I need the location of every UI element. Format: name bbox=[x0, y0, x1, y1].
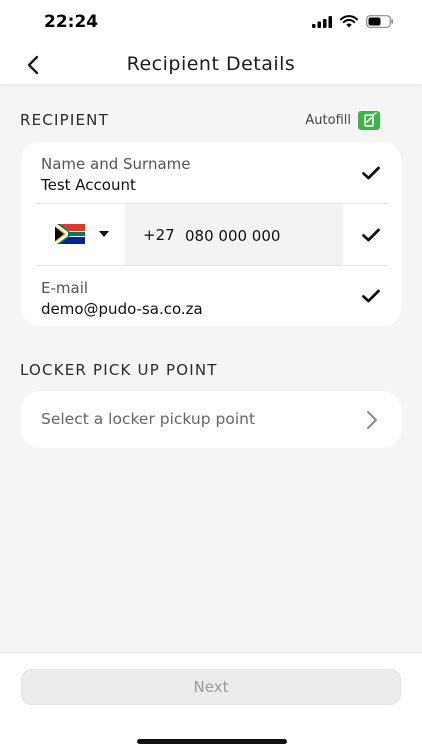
south-africa-flag-icon bbox=[55, 224, 85, 244]
locker-section-label: LOCKER PICK UP POINT bbox=[20, 361, 218, 379]
checkmark-icon bbox=[362, 289, 380, 303]
autofill-button[interactable]: Autofill bbox=[305, 111, 380, 130]
checkmark-icon bbox=[362, 166, 380, 180]
page-title: Recipient Details bbox=[126, 53, 296, 75]
cellular-signal-icon bbox=[312, 15, 332, 28]
email-label: E-mail bbox=[41, 279, 89, 297]
status-icons bbox=[312, 15, 394, 28]
country-code-dropdown[interactable] bbox=[55, 222, 125, 246]
name-value[interactable]: Test Account bbox=[41, 176, 136, 194]
locker-placeholder: Select a locker pickup point bbox=[41, 410, 256, 428]
chevron-right-icon bbox=[367, 411, 377, 429]
name-label: Name and Surname bbox=[41, 155, 191, 173]
phone-input[interactable] bbox=[185, 227, 335, 245]
locker-pickup-selector[interactable]: Select a locker pickup point bbox=[21, 391, 401, 448]
autofill-label: Autofill bbox=[305, 113, 351, 128]
recipient-section-label: RECIPIENT bbox=[20, 111, 109, 129]
bottom-panel: Next bbox=[0, 652, 422, 750]
email-value[interactable]: demo@pudo-sa.co.za bbox=[41, 300, 203, 318]
name-field[interactable]: Name and Surname Test Account bbox=[21, 142, 401, 204]
status-time: 22:24 bbox=[44, 12, 99, 32]
email-field[interactable]: E-mail demo@pudo-sa.co.za bbox=[21, 266, 401, 326]
next-button[interactable]: Next bbox=[21, 669, 401, 705]
dial-code: +27 bbox=[143, 226, 175, 244]
phone-field[interactable]: +27 bbox=[125, 204, 343, 265]
recipient-card: Name and Surname Test Account +27 E-mail… bbox=[21, 142, 401, 326]
battery-icon bbox=[366, 15, 394, 28]
status-bar: 22:24 bbox=[0, 0, 422, 46]
checkmark-icon bbox=[362, 228, 380, 242]
caret-down-icon bbox=[99, 231, 109, 237]
autofill-icon bbox=[358, 111, 380, 130]
wifi-icon bbox=[340, 15, 358, 28]
nav-bar: Recipient Details bbox=[0, 46, 422, 84]
home-indicator bbox=[137, 739, 287, 744]
